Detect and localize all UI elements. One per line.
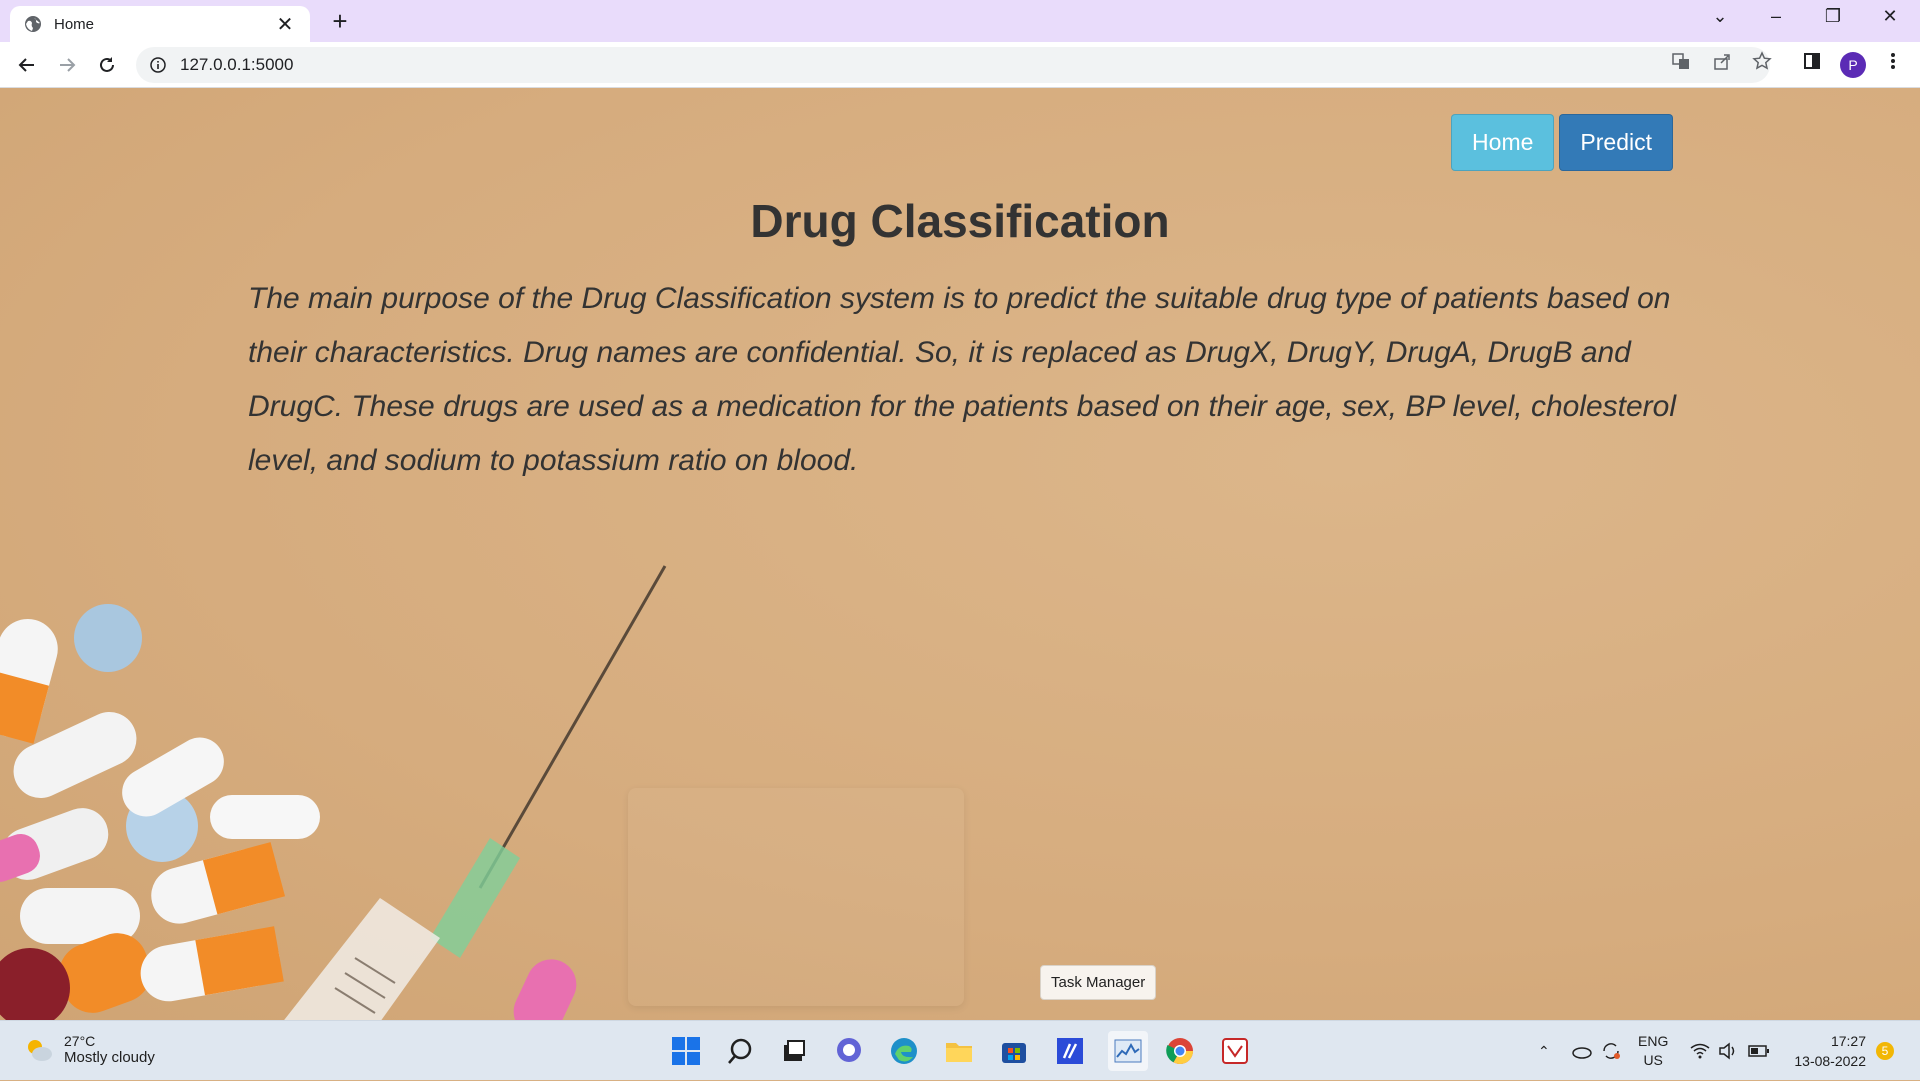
- weather-widget[interactable]: 27°C Mostly cloudy: [24, 1033, 155, 1066]
- bookmark-star-icon[interactable]: [1751, 50, 1773, 72]
- sync-icon[interactable]: [1600, 1021, 1622, 1081]
- task-view-button[interactable]: [776, 1033, 812, 1069]
- edge-button[interactable]: [886, 1033, 922, 1069]
- restore-button[interactable]: ❐: [1813, 6, 1853, 34]
- taskbar: 27°C Mostly cloudy ⌃ ENG US 17:27 13-08-…: [0, 1020, 1920, 1080]
- tab-search-icon[interactable]: ⌄: [1700, 6, 1740, 34]
- volume-icon[interactable]: [1718, 1021, 1738, 1081]
- edge-icon: [891, 1038, 917, 1064]
- search-icon: [728, 1038, 752, 1064]
- forward-button[interactable]: [52, 50, 82, 80]
- reload-button[interactable]: [92, 50, 122, 80]
- partly-cloudy-icon: [28, 1039, 52, 1061]
- browser-tab[interactable]: Home ✕: [10, 6, 310, 42]
- globe-icon: [25, 16, 41, 32]
- onedrive-icon[interactable]: [1570, 1021, 1592, 1081]
- start-button[interactable]: [668, 1033, 704, 1069]
- page-content: Home Predict Drug Classification The mai…: [0, 88, 1920, 1020]
- store-icon: [1002, 1043, 1026, 1063]
- chat-icon: [837, 1038, 861, 1062]
- pills-syringe-illustration: [0, 565, 667, 1020]
- browser-tab-bar: Home ✕ + ⌄ – ❐ ✕: [0, 0, 1920, 42]
- app-icon: [1222, 1038, 1248, 1064]
- browser-toolbar: 127.0.0.1:5000 P: [0, 42, 1920, 88]
- url-text: 127.0.0.1:5000: [180, 55, 294, 74]
- task-manager-button[interactable]: [1108, 1031, 1148, 1071]
- notification-badge[interactable]: 5: [1876, 1042, 1894, 1060]
- close-window-button[interactable]: ✕: [1870, 6, 1910, 34]
- file-explorer-button[interactable]: [941, 1033, 977, 1069]
- top-nav: Home Predict: [1451, 114, 1673, 171]
- minimize-button[interactable]: –: [1756, 6, 1796, 34]
- code-editor-icon: [1057, 1038, 1083, 1064]
- task-manager-icon: [1114, 1039, 1142, 1063]
- address-bar[interactable]: 127.0.0.1:5000: [136, 47, 1770, 83]
- page-title: Drug Classification: [750, 195, 1170, 247]
- visual-studio-button[interactable]: [1052, 1033, 1088, 1069]
- battery-icon[interactable]: [1748, 1021, 1770, 1081]
- side-panel-icon[interactable]: [1801, 50, 1823, 72]
- folder-icon: [946, 1043, 972, 1062]
- arrow-left-icon: [18, 58, 34, 72]
- profile-avatar[interactable]: P: [1840, 52, 1866, 78]
- translate-icon[interactable]: [1670, 50, 1692, 72]
- chrome-icon: [1166, 1038, 1194, 1065]
- page-description: The main purpose of the Drug Classificat…: [248, 282, 1677, 477]
- wifi-icon[interactable]: [1690, 1021, 1710, 1081]
- tab-title: Home: [54, 15, 95, 33]
- tab-close-icon[interactable]: ✕: [274, 12, 296, 37]
- app-button[interactable]: [1217, 1033, 1253, 1069]
- system-clock[interactable]: 17:27 13-08-2022: [1790, 1031, 1866, 1071]
- info-icon: [150, 57, 166, 73]
- task-manager-tooltip: Task Manager: [1040, 965, 1157, 1000]
- menu-dots-icon[interactable]: [1882, 50, 1904, 72]
- clock-time: 17:27: [1830, 1033, 1866, 1049]
- chrome-button[interactable]: [1162, 1033, 1198, 1069]
- reload-icon: [100, 57, 114, 72]
- weather-condition: Mostly cloudy: [64, 1049, 155, 1066]
- weather-temperature: 27°C: [64, 1033, 96, 1049]
- share-icon[interactable]: [1711, 50, 1733, 72]
- search-button[interactable]: [722, 1033, 758, 1069]
- back-button[interactable]: [12, 50, 42, 80]
- taskbar-preview-card: [628, 788, 964, 1006]
- tray-overflow-icon[interactable]: ⌃: [1538, 1021, 1550, 1081]
- predict-button[interactable]: Predict: [1559, 114, 1673, 171]
- language-code: ENG: [1638, 1033, 1669, 1049]
- language-region: US: [1643, 1052, 1663, 1068]
- store-button[interactable]: [996, 1033, 1032, 1069]
- arrow-right-icon: [60, 58, 76, 72]
- task-view-icon: [784, 1040, 805, 1061]
- teams-chat-button[interactable]: [831, 1033, 867, 1069]
- home-button[interactable]: Home: [1451, 114, 1555, 171]
- new-tab-button[interactable]: +: [326, 8, 354, 36]
- clock-date: 13-08-2022: [1794, 1053, 1866, 1069]
- language-indicator[interactable]: ENG US: [1638, 1021, 1668, 1081]
- windows-icon: [672, 1037, 700, 1065]
